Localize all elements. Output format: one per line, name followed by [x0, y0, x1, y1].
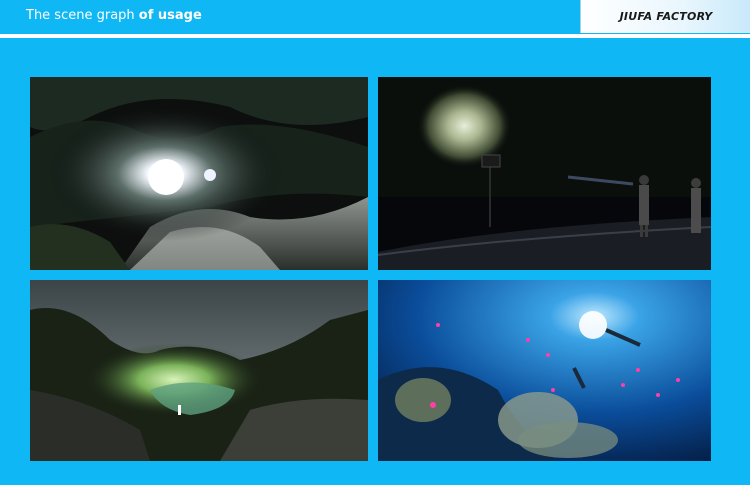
photo-illuminated-valley [30, 280, 368, 461]
page-title-part1: The scene graph [26, 8, 139, 23]
photo-underwater-diver [378, 280, 711, 461]
header-divider [0, 34, 750, 38]
brand-box: JIUFA FACTORY [580, 0, 750, 33]
photo-flashlight-road [378, 77, 711, 270]
header-bar: The scene graph of usage JIUFA FACTORY [0, 0, 750, 36]
photo-underwater-diver-image [378, 280, 711, 461]
photo-illuminated-valley-image [30, 280, 368, 461]
photo-flashlight-road-image [378, 77, 711, 270]
photo-headlamp-hillside [30, 77, 368, 270]
photo-headlamp-hillside-image [30, 77, 368, 270]
page-title: The scene graph of usage [26, 8, 202, 23]
page-title-part2: of usage [138, 8, 202, 23]
brand-name: JIUFA FACTORY [619, 10, 713, 23]
